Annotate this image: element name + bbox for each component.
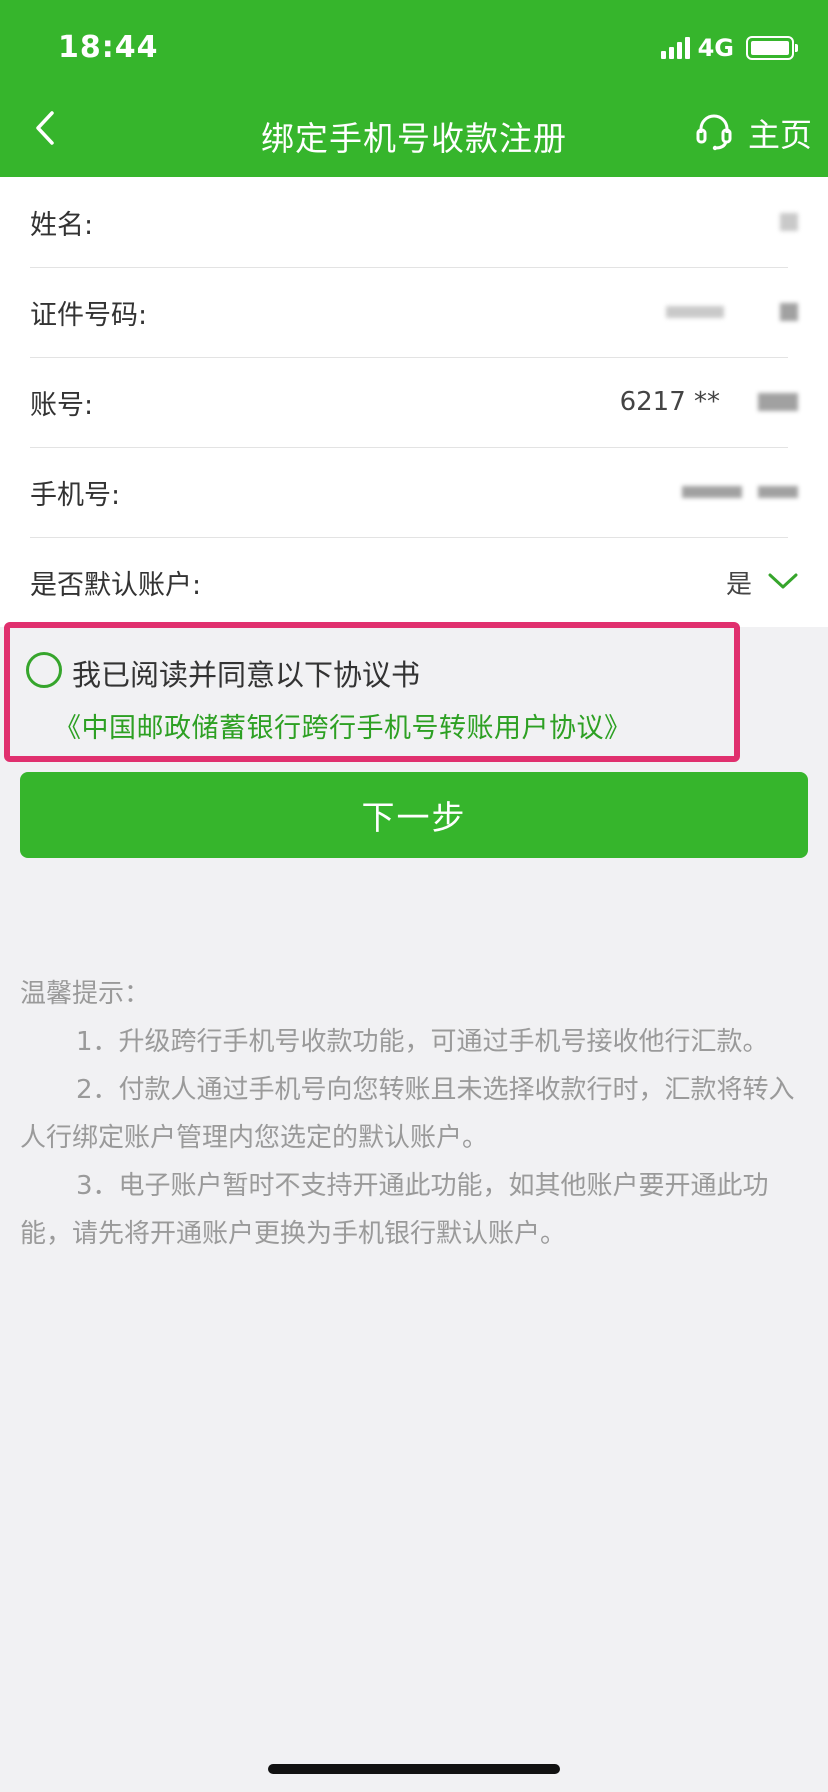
tips-title: 温馨提示：: [20, 979, 151, 1009]
home-indicator[interactable]: [268, 1764, 560, 1774]
redacted-mark: [682, 486, 742, 498]
account-value: 6217 **: [620, 357, 798, 447]
redacted-mark: [780, 303, 798, 321]
registration-form: 姓名: 证件号码: 账号: 6217 ** 手机号: 是否默认账户: 是: [0, 177, 828, 627]
status-time: 18:44: [58, 30, 159, 65]
chevron-down-icon[interactable]: [768, 567, 798, 597]
redacted-mark: [758, 393, 798, 411]
status-indicators: 4G: [660, 34, 798, 62]
home-label[interactable]: 主页: [748, 110, 812, 156]
agree-text[interactable]: 我已阅读并同意以下协议书: [72, 652, 420, 694]
name-value: [780, 177, 798, 267]
id-number-row: 证件号码:: [0, 267, 828, 357]
account-number: 6217 **: [619, 387, 720, 417]
id-number-label: 证件号码:: [30, 299, 148, 331]
redacted-mark: [666, 306, 724, 318]
tips-item: 1．升级跨行手机号收款功能，可通过手机号接收他行汇款。: [76, 1027, 769, 1057]
agree-radio[interactable]: [26, 652, 62, 688]
default-account-value[interactable]: 是: [726, 564, 752, 601]
customer-service-icon[interactable]: [694, 111, 734, 155]
tips-item: 3．电子账户暂时不支持开通此功能，如其他账户要开通此功能，请先将开通账户更换为手…: [20, 1171, 769, 1249]
account-label: 账号:: [30, 389, 94, 421]
default-account-row[interactable]: 是否默认账户: 是: [0, 537, 828, 627]
home-button[interactable]: 主页: [694, 110, 812, 156]
next-button[interactable]: 下一步: [20, 772, 808, 858]
default-account-label: 是否默认账户:: [30, 569, 202, 601]
agreement-link[interactable]: 《中国邮政储蓄银行跨行手机号转账用户协议》: [54, 706, 632, 745]
redacted-mark: [758, 486, 798, 498]
phone-label: 手机号:: [30, 479, 121, 511]
default-account-select[interactable]: 是: [726, 537, 798, 627]
name-row: 姓名:: [0, 177, 828, 267]
id-number-value: [666, 267, 798, 357]
network-label: 4G: [697, 34, 734, 62]
phone-value: [682, 447, 798, 537]
agreement-section: 我已阅读并同意以下协议书 《中国邮政储蓄银行跨行手机号转账用户协议》: [4, 622, 740, 762]
header: 18:44 4G 绑定手机号收款注册 主页: [0, 0, 828, 177]
tips-section: 温馨提示： 1．升级跨行手机号收款功能，可通过手机号接收他行汇款。 2．付款人通…: [20, 970, 812, 1258]
redacted-mark: [780, 213, 798, 231]
signal-icon: [660, 37, 690, 59]
tips-item: 2．付款人通过手机号向您转账且未选择收款行时，汇款将转入人行绑定账户管理内您选定…: [20, 1075, 795, 1153]
battery-icon: [746, 36, 798, 60]
account-row: 账号: 6217 **: [0, 357, 828, 447]
phone-row: 手机号:: [0, 447, 828, 537]
name-label: 姓名:: [30, 209, 94, 241]
